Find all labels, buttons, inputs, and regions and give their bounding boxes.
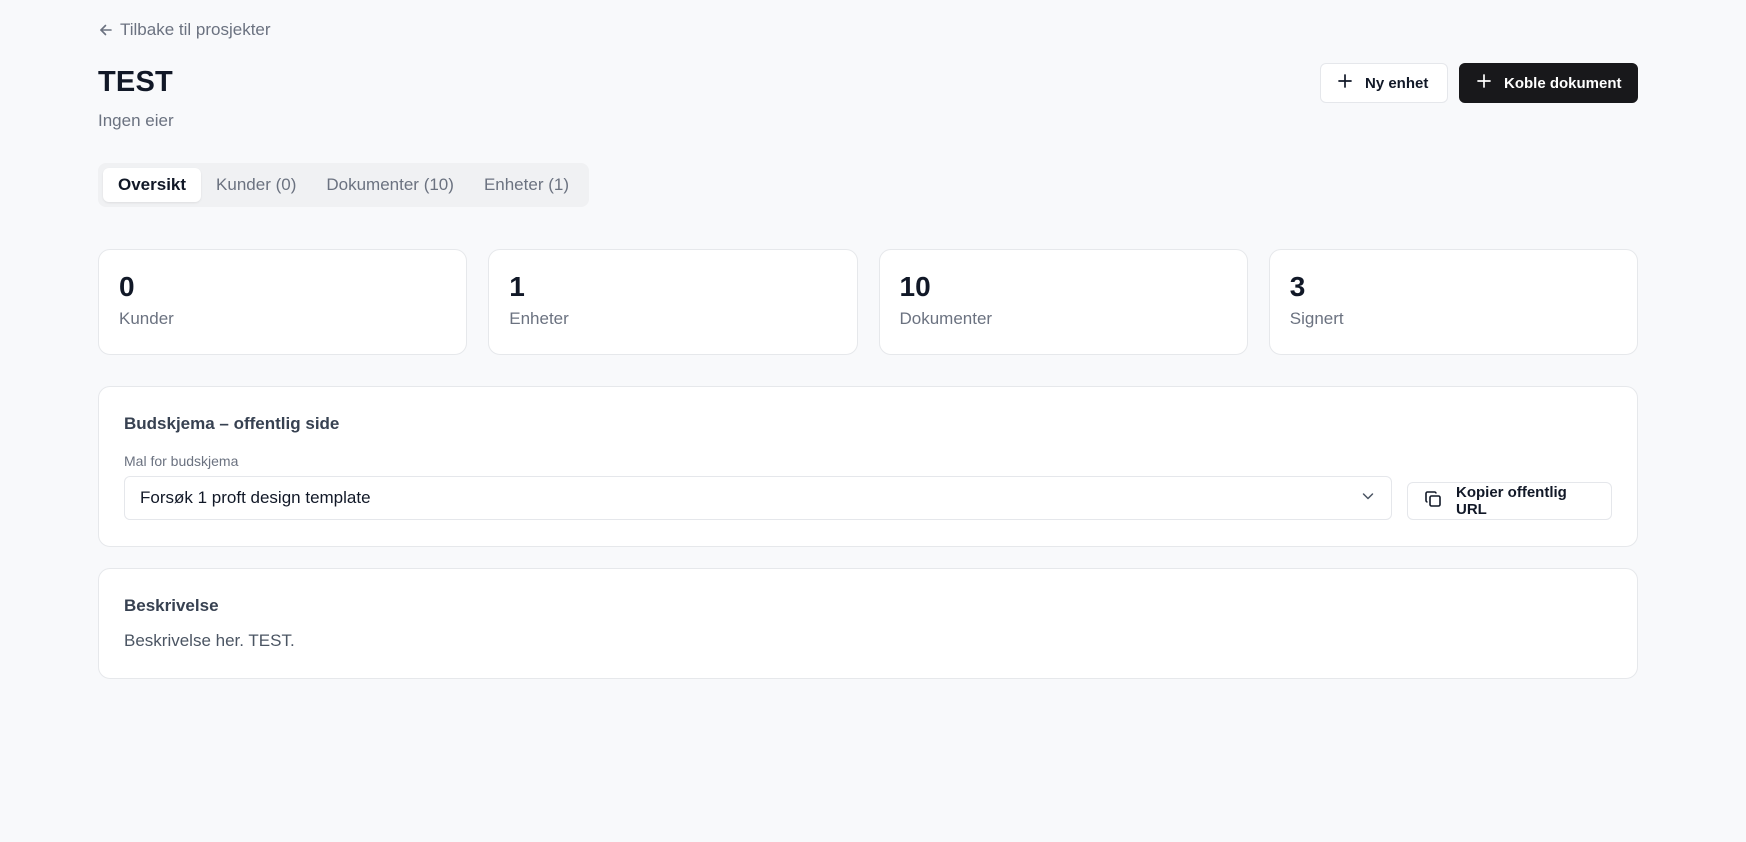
public-form-title: Budskjema – offentlig side [124,414,340,433]
project-owner: Ingen eier [98,111,174,130]
template-select[interactable]: Forsøk 1 proft design template [124,476,1392,520]
copy-icon [1423,489,1443,513]
stat-card-customers: 0 Kunder [98,249,468,355]
description-text: Beskrivelse her. TEST. [124,631,295,650]
stat-card-signed: 3 Signert [1268,249,1638,355]
tab-customers[interactable]: Kunder (0) [201,168,311,202]
stat-label: Signert [1289,308,1344,328]
project-tabs: Oversikt Kunder (0) Dokumenter (10) Enhe… [98,163,589,207]
stat-value: 0 [119,271,135,302]
tab-documents[interactable]: Dokumenter (10) [311,168,469,202]
link-document-label: Koble dokument [1504,74,1622,92]
tab-overview[interactable]: Oversikt [103,168,202,202]
plus-icon [1476,73,1492,93]
public-form-card: Budskjema – offentlig side Mal for budsk… [98,386,1638,547]
copy-public-url-button[interactable]: Kopier offentlig URL [1407,482,1612,520]
new-unit-button[interactable]: Ny enhet [1320,63,1448,103]
back-to-projects-link[interactable]: Tilbake til prosjekter [98,20,271,40]
stat-value: 1 [509,271,525,302]
template-select-label: Mal for budskjema [124,453,239,469]
back-link-label: Tilbake til prosjekter [120,20,271,39]
chevron-down-icon [1360,488,1376,509]
stat-label: Dokumenter [899,308,993,328]
stat-value: 3 [1289,271,1306,302]
template-select-value: Forsøk 1 proft design template [140,488,371,507]
description-title: Beskrivelse [124,596,219,615]
copy-public-url-label: Kopier offentlig URL [1456,484,1567,518]
description-card: Beskrivelse Beskrivelse her. TEST. [98,568,1638,679]
stats-row: 0 Kunder 1 Enheter 10 Dokumenter 3 Signe… [98,249,1638,355]
new-unit-label: Ny enhet [1365,74,1429,92]
stat-value: 10 [899,271,931,302]
plus-icon [1337,73,1353,93]
stat-card-documents: 10 Dokumenter [878,249,1248,355]
arrow-left-icon [98,22,114,38]
link-document-button[interactable]: Koble dokument [1459,63,1638,103]
tab-units[interactable]: Enheter (1) [469,168,584,202]
page-title: TEST [98,66,173,98]
stat-card-units: 1 Enheter [488,249,858,355]
stat-label: Kunder [119,308,174,328]
stat-label: Enheter [509,308,569,328]
header-actions: Ny enhet Koble dokument [1320,63,1638,103]
